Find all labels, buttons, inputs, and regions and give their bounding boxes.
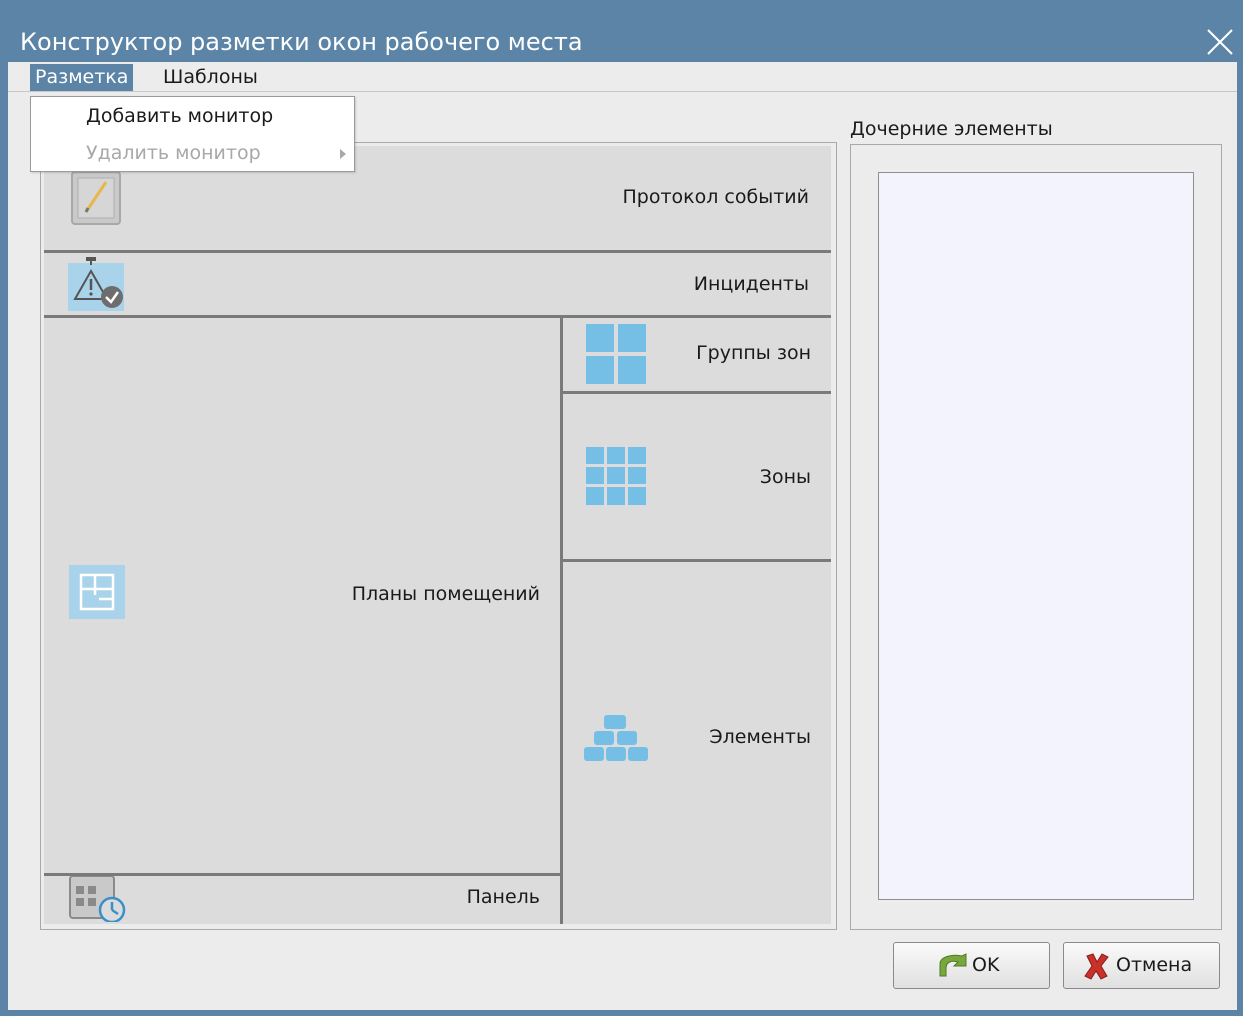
pane-elements[interactable]: Элементы: [563, 562, 831, 924]
pane-label: Планы помещений: [351, 583, 540, 605]
close-icon[interactable]: [1204, 26, 1236, 58]
title-bar: Конструктор разметки окон рабочего места: [0, 0, 1243, 62]
menu-markup[interactable]: Разметка: [30, 64, 134, 91]
children-list[interactable]: [878, 172, 1194, 900]
incidents-icon: [68, 257, 124, 311]
menu-templates[interactable]: Шаблоны: [158, 64, 263, 91]
panel-icon: [69, 876, 126, 922]
pane-zone-groups[interactable]: Группы зон: [563, 318, 831, 391]
menu-item-label: Удалить монитор: [86, 142, 261, 164]
pane-label: Инциденты: [693, 273, 809, 295]
window-title: Конструктор разметки окон рабочего места: [20, 28, 583, 56]
pane-label: Зоны: [759, 466, 811, 488]
pane-floor-plans[interactable]: Планы помещений: [44, 318, 560, 873]
cancel-button-label: Отмена: [1116, 954, 1193, 976]
journal-icon: [71, 171, 121, 225]
elements-icon: [584, 715, 648, 761]
menu-item-add-monitor[interactable]: Добавить монитор: [31, 98, 354, 134]
ok-arrow-icon: [939, 953, 967, 977]
pane-incidents[interactable]: Инциденты: [44, 253, 831, 315]
pane-label: Элементы: [709, 726, 811, 748]
zones-icon: [586, 447, 646, 505]
menu-item-label: Добавить монитор: [86, 105, 274, 127]
ok-button-label: OK: [972, 954, 1000, 976]
ok-button[interactable]: OK: [893, 942, 1050, 989]
markup-dropdown-menu: Добавить монитор Удалить монитор: [30, 96, 355, 172]
layout-preview: Протокол событий Инциденты Планы помещен…: [40, 142, 837, 930]
cancel-cross-icon: [1084, 953, 1109, 980]
dialog-window: Конструктор разметки окон рабочего места…: [0, 0, 1243, 1016]
pane-zones[interactable]: Зоны: [563, 394, 831, 559]
children-title: Дочерние элементы: [850, 118, 1053, 140]
cancel-button[interactable]: Отмена: [1063, 942, 1220, 989]
submenu-arrow-icon: [340, 149, 346, 159]
pane-label: Группы зон: [696, 342, 811, 364]
pane-label: Протокол событий: [622, 186, 809, 208]
menu-item-remove-monitor[interactable]: Удалить монитор: [31, 135, 354, 171]
zone-groups-icon: [586, 324, 646, 384]
pane-panel[interactable]: Панель: [44, 876, 560, 924]
menu-bar: Разметка Шаблоны: [8, 62, 1237, 92]
dialog-client-area: Разметка Шаблоны Протокол событий Инциде…: [8, 62, 1237, 1010]
pane-label: Панель: [466, 886, 540, 908]
floor-plans-icon: [69, 565, 125, 619]
children-group: [850, 144, 1222, 930]
